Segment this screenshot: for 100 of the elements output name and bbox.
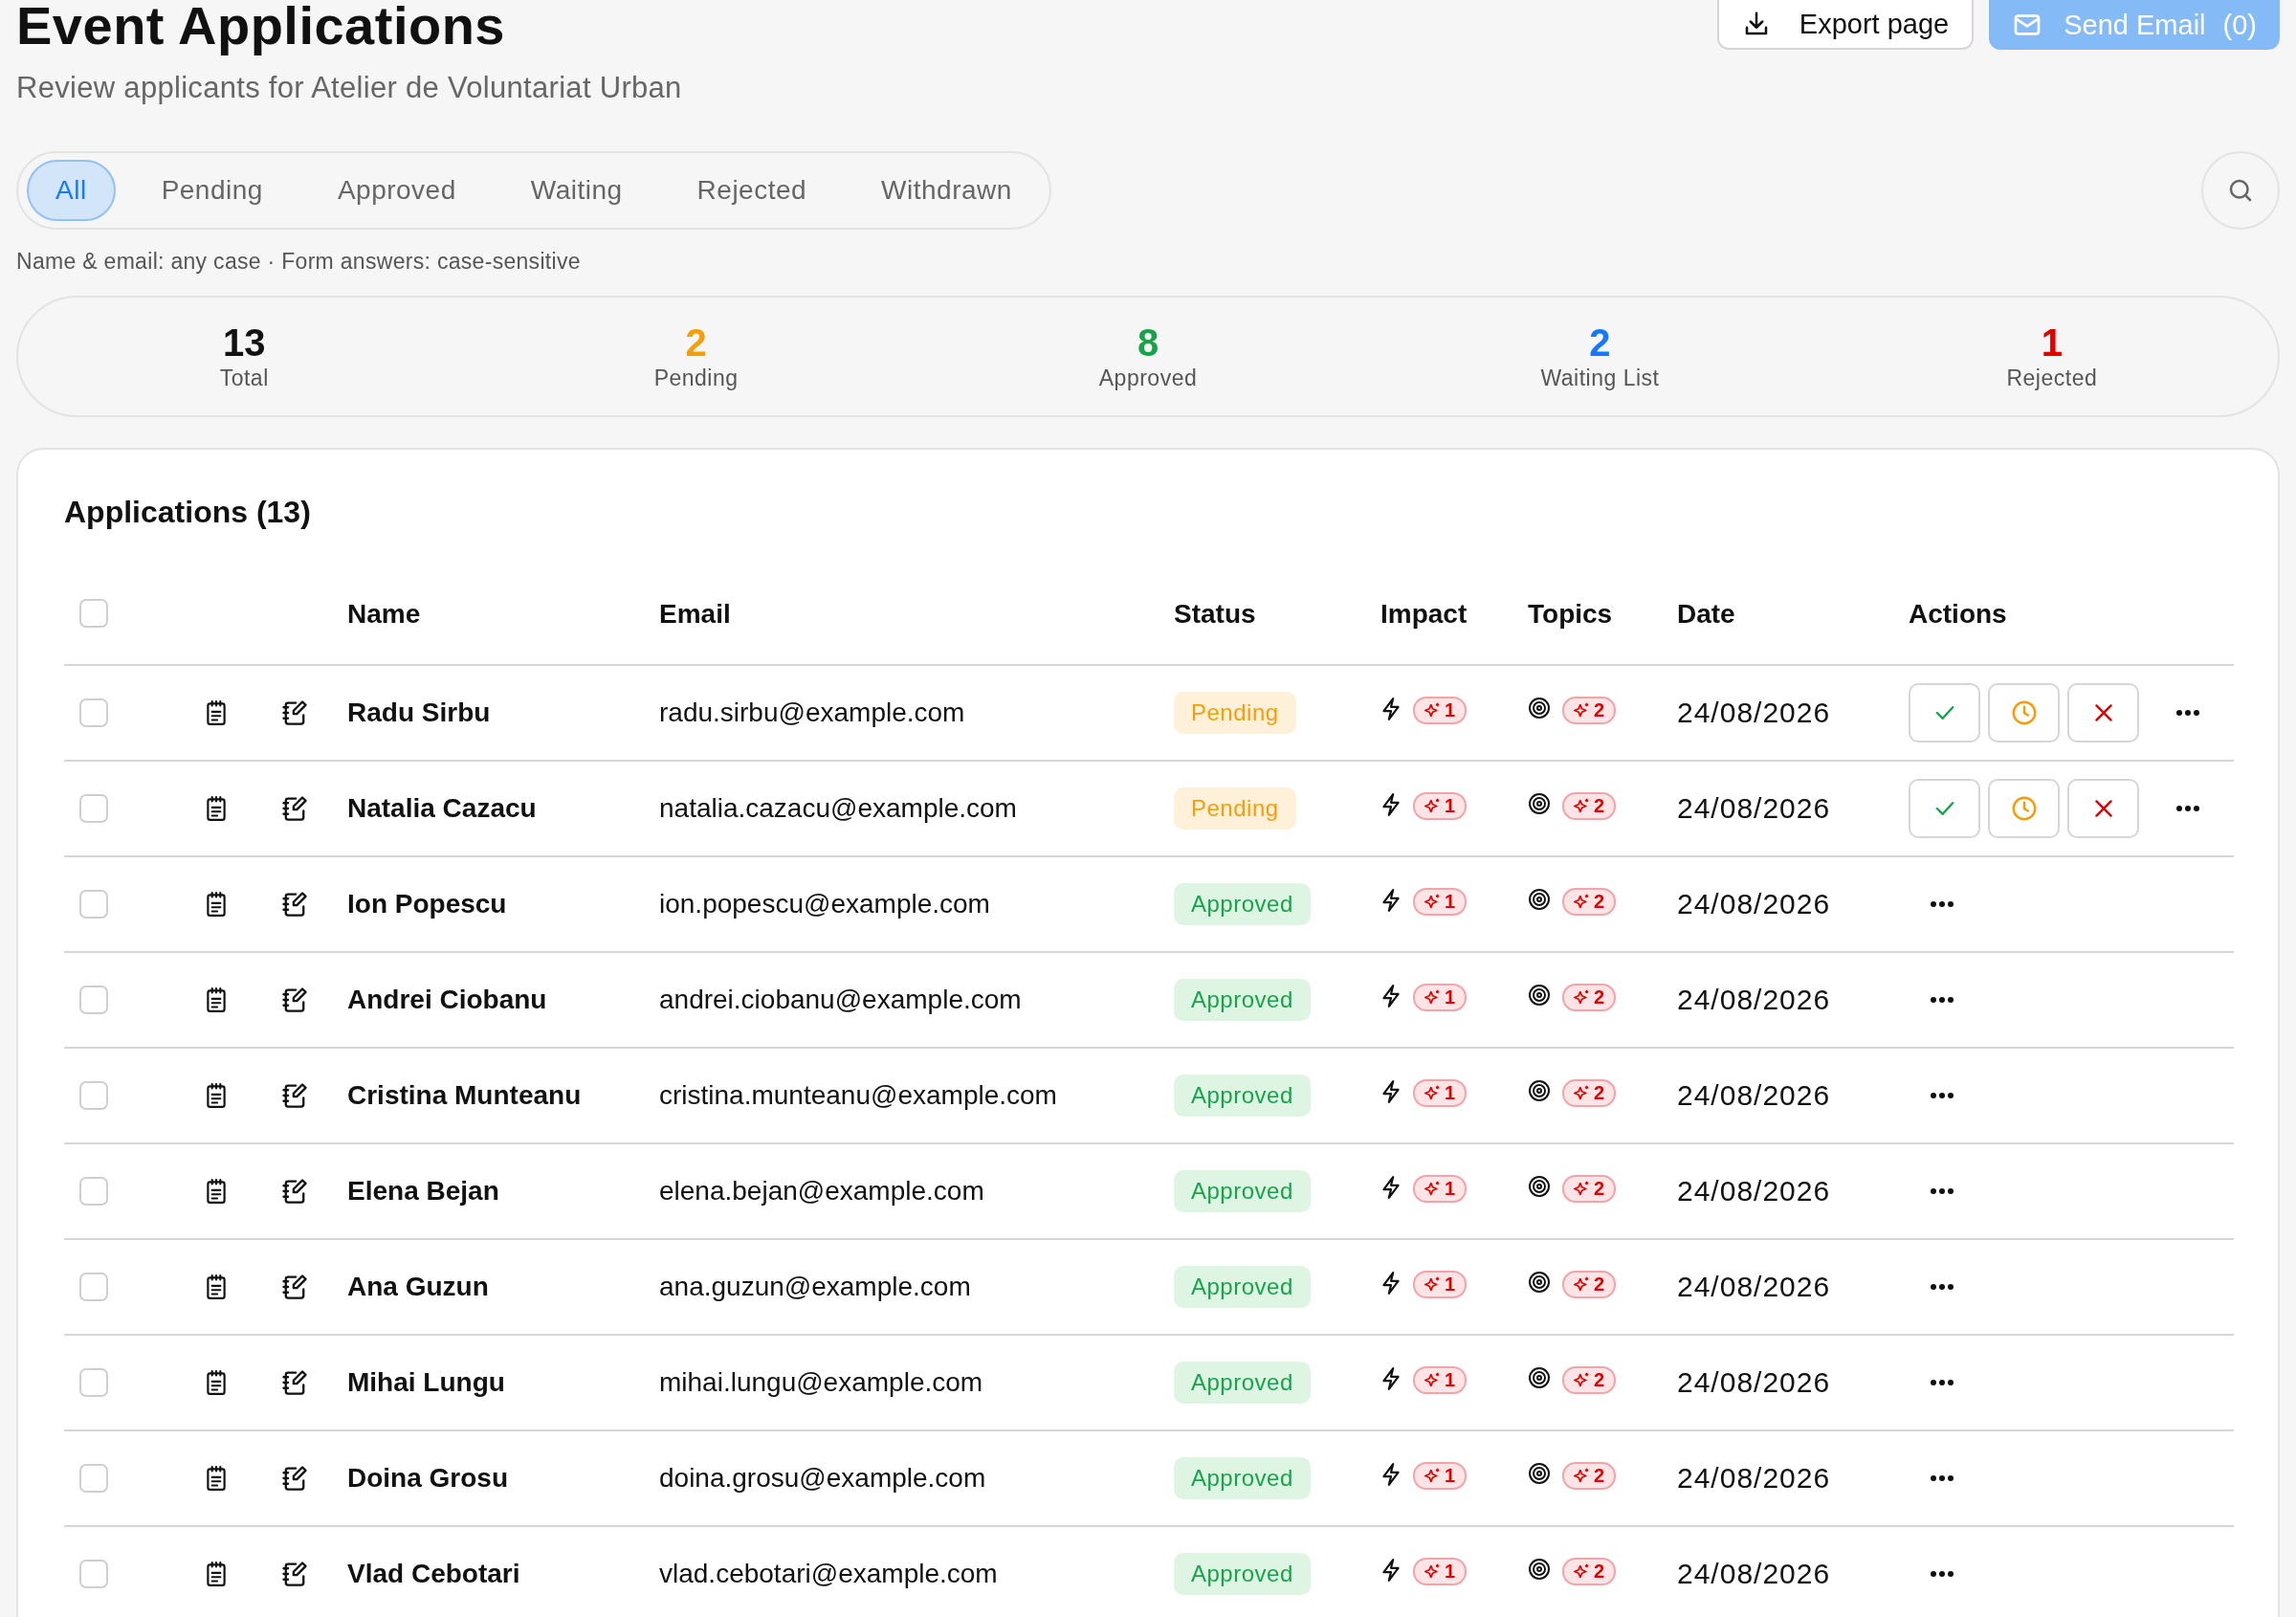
stat-value: 2 bbox=[1589, 321, 1611, 364]
status-badge: Approved bbox=[1174, 883, 1311, 925]
notebook-pen-icon[interactable] bbox=[280, 986, 309, 1013]
lightning-icon bbox=[1380, 887, 1402, 913]
applicant-email: doina.grosu@example.com bbox=[659, 1463, 986, 1494]
applicant-email: andrei.ciobanu@example.com bbox=[659, 985, 1022, 1015]
notebook-pen-icon[interactable] bbox=[280, 1274, 309, 1300]
application-date: 24/08/2026 bbox=[1677, 792, 1831, 825]
status-badge: Pending bbox=[1174, 787, 1296, 830]
more-icon[interactable] bbox=[1930, 1379, 1954, 1386]
topics-count-badge: 2 bbox=[1562, 1365, 1617, 1394]
more-icon[interactable] bbox=[1930, 1570, 1954, 1578]
notebook-pen-icon[interactable] bbox=[280, 1178, 309, 1205]
sparkle-icon bbox=[1424, 1467, 1441, 1484]
impact-count-badge: 1 bbox=[1413, 791, 1468, 820]
application-date: 24/08/2026 bbox=[1677, 1271, 1831, 1303]
search-hint: Name & email: any case · Form answers: case-sensitive bbox=[16, 249, 582, 275]
sparkle-icon bbox=[1574, 1084, 1590, 1101]
column-header: Status bbox=[1174, 599, 1256, 630]
clipboard-icon[interactable] bbox=[204, 1082, 229, 1109]
target-icon bbox=[1528, 887, 1551, 911]
row-checkbox[interactable] bbox=[79, 1464, 108, 1493]
target-icon bbox=[1528, 1078, 1551, 1102]
lightning-icon bbox=[1380, 983, 1402, 1008]
clipboard-icon[interactable] bbox=[204, 1274, 229, 1300]
topics-count-badge: 2 bbox=[1562, 791, 1617, 820]
more-icon[interactable] bbox=[1930, 900, 1954, 908]
clipboard-icon[interactable] bbox=[204, 1465, 229, 1492]
filter-tab[interactable]: Approved bbox=[308, 160, 485, 221]
applicant-name: Doina Grosu bbox=[347, 1463, 508, 1494]
reject-button[interactable] bbox=[2067, 683, 2139, 742]
notebook-pen-icon[interactable] bbox=[280, 891, 309, 918]
row-checkbox[interactable] bbox=[79, 1177, 108, 1206]
more-icon[interactable] bbox=[1930, 1474, 1954, 1482]
notebook-pen-icon[interactable] bbox=[280, 1082, 309, 1109]
applicant-name: Elena Bejan bbox=[347, 1176, 499, 1207]
applicant-name: Vlad Cebotari bbox=[347, 1559, 520, 1589]
application-date: 24/08/2026 bbox=[1677, 1462, 1831, 1495]
target-icon bbox=[1528, 696, 1551, 720]
impact-count-badge: 1 bbox=[1413, 1365, 1468, 1394]
sparkle-icon bbox=[1574, 1562, 1590, 1580]
export-button[interactable]: Export page bbox=[1716, 0, 1975, 50]
filter-tab[interactable]: Waiting bbox=[501, 160, 651, 221]
status-badge: Approved bbox=[1174, 1457, 1311, 1499]
topics-count-badge: 2 bbox=[1562, 1078, 1617, 1107]
application-date: 24/08/2026 bbox=[1677, 1558, 1831, 1590]
sparkle-icon bbox=[1574, 988, 1590, 1006]
row-checkbox[interactable] bbox=[79, 1081, 108, 1110]
row-checkbox[interactable] bbox=[79, 890, 108, 919]
more-icon[interactable] bbox=[1930, 1092, 1954, 1099]
status-badge: Pending bbox=[1174, 692, 1296, 734]
applicant-name: Ana Guzun bbox=[347, 1272, 489, 1302]
filter-tab[interactable]: All bbox=[27, 160, 116, 221]
filter-tab[interactable]: Pending bbox=[132, 160, 292, 221]
row-checkbox[interactable] bbox=[79, 986, 108, 1014]
status-badge: Approved bbox=[1174, 1074, 1311, 1117]
filter-tab[interactable]: Withdrawn bbox=[852, 160, 1041, 221]
row-checkbox[interactable] bbox=[79, 1560, 108, 1588]
more-icon[interactable] bbox=[1930, 1187, 1954, 1195]
stat-value: 2 bbox=[685, 321, 707, 364]
application-date: 24/08/2026 bbox=[1677, 1366, 1831, 1399]
impact-count-badge: 1 bbox=[1413, 983, 1468, 1011]
applicant-email: vlad.cebotari@example.com bbox=[659, 1559, 998, 1589]
impact-count-badge: 1 bbox=[1413, 1557, 1468, 1585]
row-checkbox[interactable] bbox=[79, 1368, 108, 1397]
filter-tab[interactable]: Rejected bbox=[668, 160, 836, 221]
application-date: 24/08/2026 bbox=[1677, 888, 1831, 920]
more-icon[interactable] bbox=[2175, 805, 2200, 812]
applicant-name: Ion Popescu bbox=[347, 889, 507, 919]
notebook-pen-icon[interactable] bbox=[280, 795, 309, 822]
clipboard-icon[interactable] bbox=[204, 891, 229, 918]
row-checkbox[interactable] bbox=[79, 1273, 108, 1301]
row-checkbox[interactable] bbox=[79, 794, 108, 823]
clipboard-icon[interactable] bbox=[204, 986, 229, 1013]
lightning-icon bbox=[1380, 1174, 1402, 1200]
applicant-name: Radu Sirbu bbox=[347, 698, 491, 728]
clipboard-icon[interactable] bbox=[204, 1561, 229, 1587]
sparkle-icon bbox=[1424, 1180, 1441, 1197]
notebook-pen-icon[interactable] bbox=[280, 699, 309, 726]
more-icon[interactable] bbox=[2175, 709, 2200, 717]
row-checkbox[interactable] bbox=[79, 698, 108, 727]
more-icon[interactable] bbox=[1930, 1283, 1954, 1291]
impact-count-badge: 1 bbox=[1413, 1174, 1468, 1203]
clipboard-icon[interactable] bbox=[204, 699, 229, 726]
clipboard-icon[interactable] bbox=[204, 1369, 229, 1396]
target-icon bbox=[1528, 1174, 1551, 1198]
select-all-checkbox[interactable] bbox=[79, 599, 108, 628]
notebook-pen-icon[interactable] bbox=[280, 1561, 309, 1587]
more-icon[interactable] bbox=[1930, 996, 1954, 1004]
clipboard-icon[interactable] bbox=[204, 1178, 229, 1205]
lightning-icon bbox=[1380, 696, 1402, 721]
page-subtitle: Review applicants for Atelier de Voluntariat Urban bbox=[16, 71, 682, 105]
clipboard-icon[interactable] bbox=[204, 795, 229, 822]
reject-button[interactable] bbox=[2067, 779, 2139, 838]
applicant-email: elena.bejan@example.com bbox=[659, 1176, 984, 1207]
topics-count-badge: 2 bbox=[1562, 983, 1617, 1011]
stat-label: Waiting List bbox=[1540, 365, 1660, 391]
notebook-pen-icon[interactable] bbox=[280, 1465, 309, 1492]
column-header: Topics bbox=[1528, 599, 1613, 630]
notebook-pen-icon[interactable] bbox=[280, 1369, 309, 1396]
